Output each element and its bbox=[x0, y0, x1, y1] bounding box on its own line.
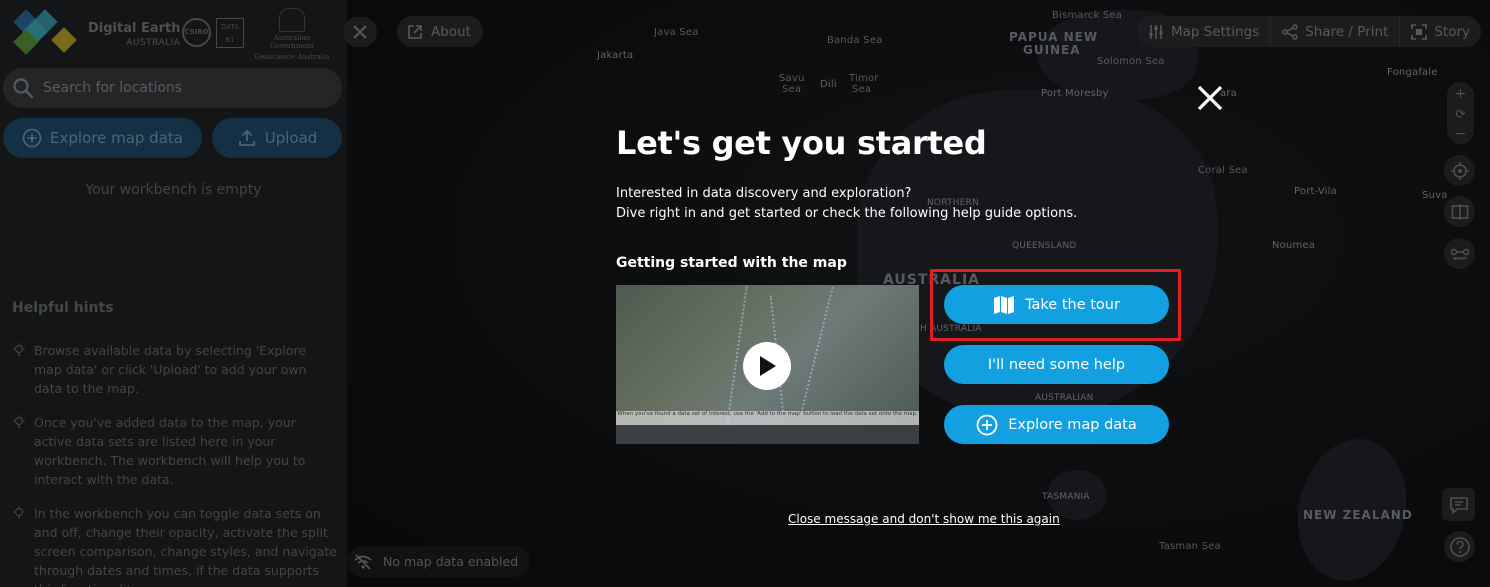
close-icon bbox=[1197, 85, 1223, 111]
plus-circle-icon bbox=[976, 414, 998, 435]
take-tour-highlight bbox=[930, 269, 1181, 341]
dismiss-permanently-link[interactable]: Close message and don't show me this aga… bbox=[788, 512, 1060, 526]
explore-map-data-modal-button[interactable]: Explore map data bbox=[944, 405, 1169, 444]
play-icon bbox=[760, 356, 776, 376]
video-frame-detail bbox=[800, 286, 834, 414]
modal-description: Interested in data discovery and explora… bbox=[616, 186, 1078, 221]
play-button[interactable] bbox=[743, 342, 791, 390]
need-help-button[interactable]: I'll need some help bbox=[944, 345, 1169, 384]
video-caption: When you've found a data set of interest… bbox=[616, 411, 919, 425]
modal-close-button[interactable] bbox=[1194, 82, 1226, 114]
video-controls-bar bbox=[616, 425, 919, 444]
modal-title: Let's get you started bbox=[616, 124, 987, 162]
modal-subheading: Getting started with the map bbox=[616, 255, 847, 271]
welcome-modal-overlay: Let's get you started Interested in data… bbox=[0, 0, 1490, 587]
